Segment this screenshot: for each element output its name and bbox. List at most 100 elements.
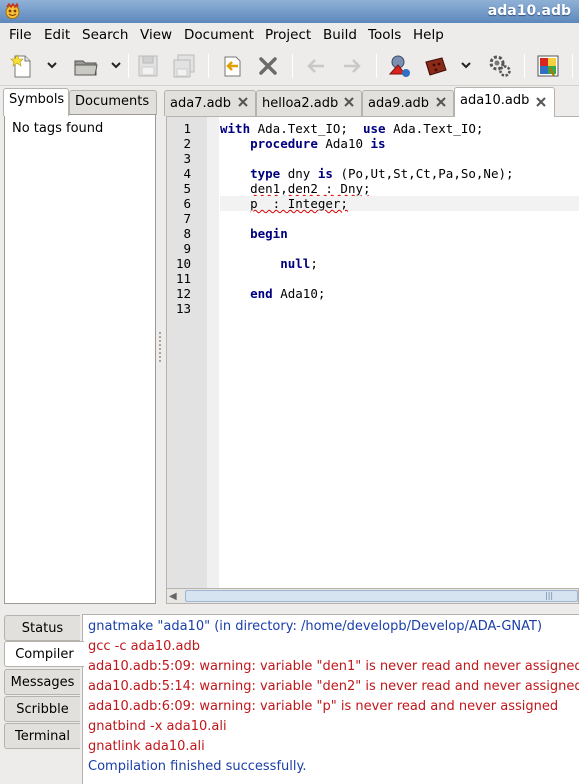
code-line[interactable]: type dny is (Po,Ut,St,Ct,Pa,So,Ne); bbox=[220, 166, 579, 181]
code-line[interactable] bbox=[220, 151, 579, 166]
toolbar-separator bbox=[572, 54, 573, 78]
close-icon[interactable] bbox=[535, 96, 547, 108]
line-number: 12 bbox=[175, 286, 191, 301]
save-all-icon[interactable] bbox=[170, 52, 198, 80]
message-window-splitter[interactable] bbox=[0, 606, 579, 612]
tab-label: ada9.adb bbox=[368, 96, 430, 111]
menu-bar: File Edit Search View Document Project B… bbox=[0, 23, 579, 46]
save-icon[interactable] bbox=[134, 52, 162, 80]
color-chooser-icon[interactable] bbox=[534, 52, 562, 80]
open-file-icon[interactable] bbox=[72, 52, 100, 80]
close-file-icon[interactable] bbox=[254, 52, 282, 80]
code-line[interactable] bbox=[220, 301, 579, 316]
tab-label: ada7.adb bbox=[170, 96, 232, 111]
tab-scribble[interactable]: Scribble bbox=[4, 696, 80, 722]
toolbar-separator bbox=[128, 54, 129, 78]
tab-terminal[interactable]: Terminal bbox=[4, 723, 80, 749]
compiler-message-line[interactable]: gcc -c ada10.adb bbox=[88, 639, 200, 654]
execute-icon[interactable] bbox=[486, 52, 514, 80]
toolbar-separator bbox=[524, 54, 525, 78]
line-number: 13 bbox=[175, 301, 191, 316]
code-line[interactable]: procedure Ada10 is bbox=[220, 136, 579, 151]
forward-icon[interactable] bbox=[338, 52, 366, 80]
close-icon[interactable] bbox=[237, 96, 249, 108]
build-icon[interactable] bbox=[422, 52, 450, 80]
revert-icon[interactable] bbox=[218, 52, 246, 80]
menu-view[interactable]: View bbox=[140, 27, 172, 43]
code-line[interactable] bbox=[220, 211, 579, 226]
code-line[interactable]: p : Integer; bbox=[220, 196, 579, 211]
horizontal-scrollbar[interactable]: ◀ ||| bbox=[166, 588, 579, 604]
compiler-message-line[interactable]: Compilation finished successfully. bbox=[88, 759, 306, 774]
tab-label: helloa2.adb bbox=[262, 96, 339, 111]
new-file-icon[interactable] bbox=[8, 52, 36, 80]
scroll-left-icon[interactable]: ◀ bbox=[169, 591, 177, 602]
menu-build[interactable]: Build bbox=[323, 27, 357, 43]
compiler-message-line[interactable]: gnatmake "ada10" (in directory: /home/de… bbox=[88, 619, 542, 634]
chevron-down-icon[interactable] bbox=[109, 58, 123, 72]
code-editor[interactable]: with Ada.Text_IO; use Ada.Text_IO; proce… bbox=[166, 116, 579, 588]
compiler-output[interactable]: gnatmake "ada10" (in directory: /home/de… bbox=[82, 614, 579, 784]
menu-help[interactable]: Help bbox=[413, 27, 444, 43]
back-icon[interactable] bbox=[302, 52, 330, 80]
tab-documents[interactable]: Documents bbox=[69, 90, 157, 115]
compile-icon[interactable] bbox=[386, 52, 414, 80]
menu-file[interactable]: File bbox=[9, 27, 32, 43]
tab-messages[interactable]: Messages bbox=[4, 669, 80, 695]
line-number: 6 bbox=[183, 196, 191, 211]
title-bar: ada10.adb bbox=[0, 0, 579, 23]
line-number: 2 bbox=[183, 136, 191, 151]
fold-margin bbox=[207, 117, 219, 588]
window-title: ada10.adb bbox=[487, 3, 571, 19]
geany-app-icon bbox=[5, 3, 20, 19]
toolbar-separator bbox=[208, 54, 209, 78]
close-icon[interactable] bbox=[435, 96, 447, 108]
message-window-tabs: Status Compiler Messages Scribble Termin… bbox=[4, 614, 84, 784]
geany-window: ada10.adb File Edit Search View Document… bbox=[0, 0, 579, 784]
line-number: 5 bbox=[183, 181, 191, 196]
line-number: 8 bbox=[183, 226, 191, 241]
compiler-message-line[interactable]: ada10.adb:5:09: warning: variable "den1"… bbox=[88, 659, 579, 674]
toolbar-separator bbox=[292, 54, 293, 78]
tab-status[interactable]: Status bbox=[4, 615, 80, 641]
tab-ada10[interactable]: ada10.adb bbox=[454, 87, 555, 117]
tab-ada7[interactable]: ada7.adb bbox=[164, 90, 256, 116]
compiler-message-line[interactable]: gnatbind -x ada10.ali bbox=[88, 719, 227, 734]
toolbar bbox=[0, 46, 579, 86]
menu-document[interactable]: Document bbox=[184, 27, 254, 43]
close-icon[interactable] bbox=[343, 96, 355, 108]
menu-search[interactable]: Search bbox=[82, 27, 128, 43]
line-number: 10 bbox=[175, 256, 191, 271]
menu-project[interactable]: Project bbox=[265, 27, 311, 43]
menu-edit[interactable]: Edit bbox=[44, 27, 70, 43]
code-line[interactable]: with Ada.Text_IO; use Ada.Text_IO; bbox=[220, 121, 579, 136]
pane-splitter[interactable] bbox=[158, 330, 162, 370]
tab-compiler[interactable]: Compiler bbox=[4, 641, 84, 667]
code-line[interactable]: end Ada10; bbox=[220, 286, 579, 301]
line-number: 3 bbox=[183, 151, 191, 166]
sidebar-tabs: Symbols Documents bbox=[0, 88, 160, 116]
line-number: 9 bbox=[183, 241, 191, 256]
line-number: 1 bbox=[183, 121, 191, 136]
scrollbar-grip-icon: ||| bbox=[545, 591, 554, 600]
code-line[interactable]: begin bbox=[220, 226, 579, 241]
code-line[interactable] bbox=[220, 241, 579, 256]
symbols-panel: No tags found bbox=[4, 114, 156, 604]
scrollbar-thumb[interactable] bbox=[185, 590, 578, 602]
line-number: 4 bbox=[183, 166, 191, 181]
compiler-message-line[interactable]: ada10.adb:6:09: warning: variable "p" is… bbox=[88, 699, 558, 714]
tab-helloa2[interactable]: helloa2.adb bbox=[256, 90, 362, 116]
chevron-down-icon[interactable] bbox=[459, 58, 473, 72]
menu-tools[interactable]: Tools bbox=[368, 27, 401, 43]
code-line[interactable]: den1,den2 : Dny; bbox=[220, 181, 579, 196]
tab-symbols[interactable]: Symbols bbox=[3, 88, 69, 116]
compiler-message-line[interactable]: ada10.adb:5:14: warning: variable "den2"… bbox=[88, 679, 579, 694]
compiler-message-line[interactable]: gnatlink ada10.ali bbox=[88, 739, 205, 754]
line-number: 7 bbox=[183, 211, 191, 226]
toolbar-separator bbox=[376, 54, 377, 78]
no-tags-message: No tags found bbox=[12, 121, 104, 136]
code-line[interactable]: null; bbox=[220, 256, 579, 271]
code-line[interactable] bbox=[220, 271, 579, 286]
tab-ada9[interactable]: ada9.adb bbox=[362, 90, 454, 116]
chevron-down-icon[interactable] bbox=[45, 58, 59, 72]
